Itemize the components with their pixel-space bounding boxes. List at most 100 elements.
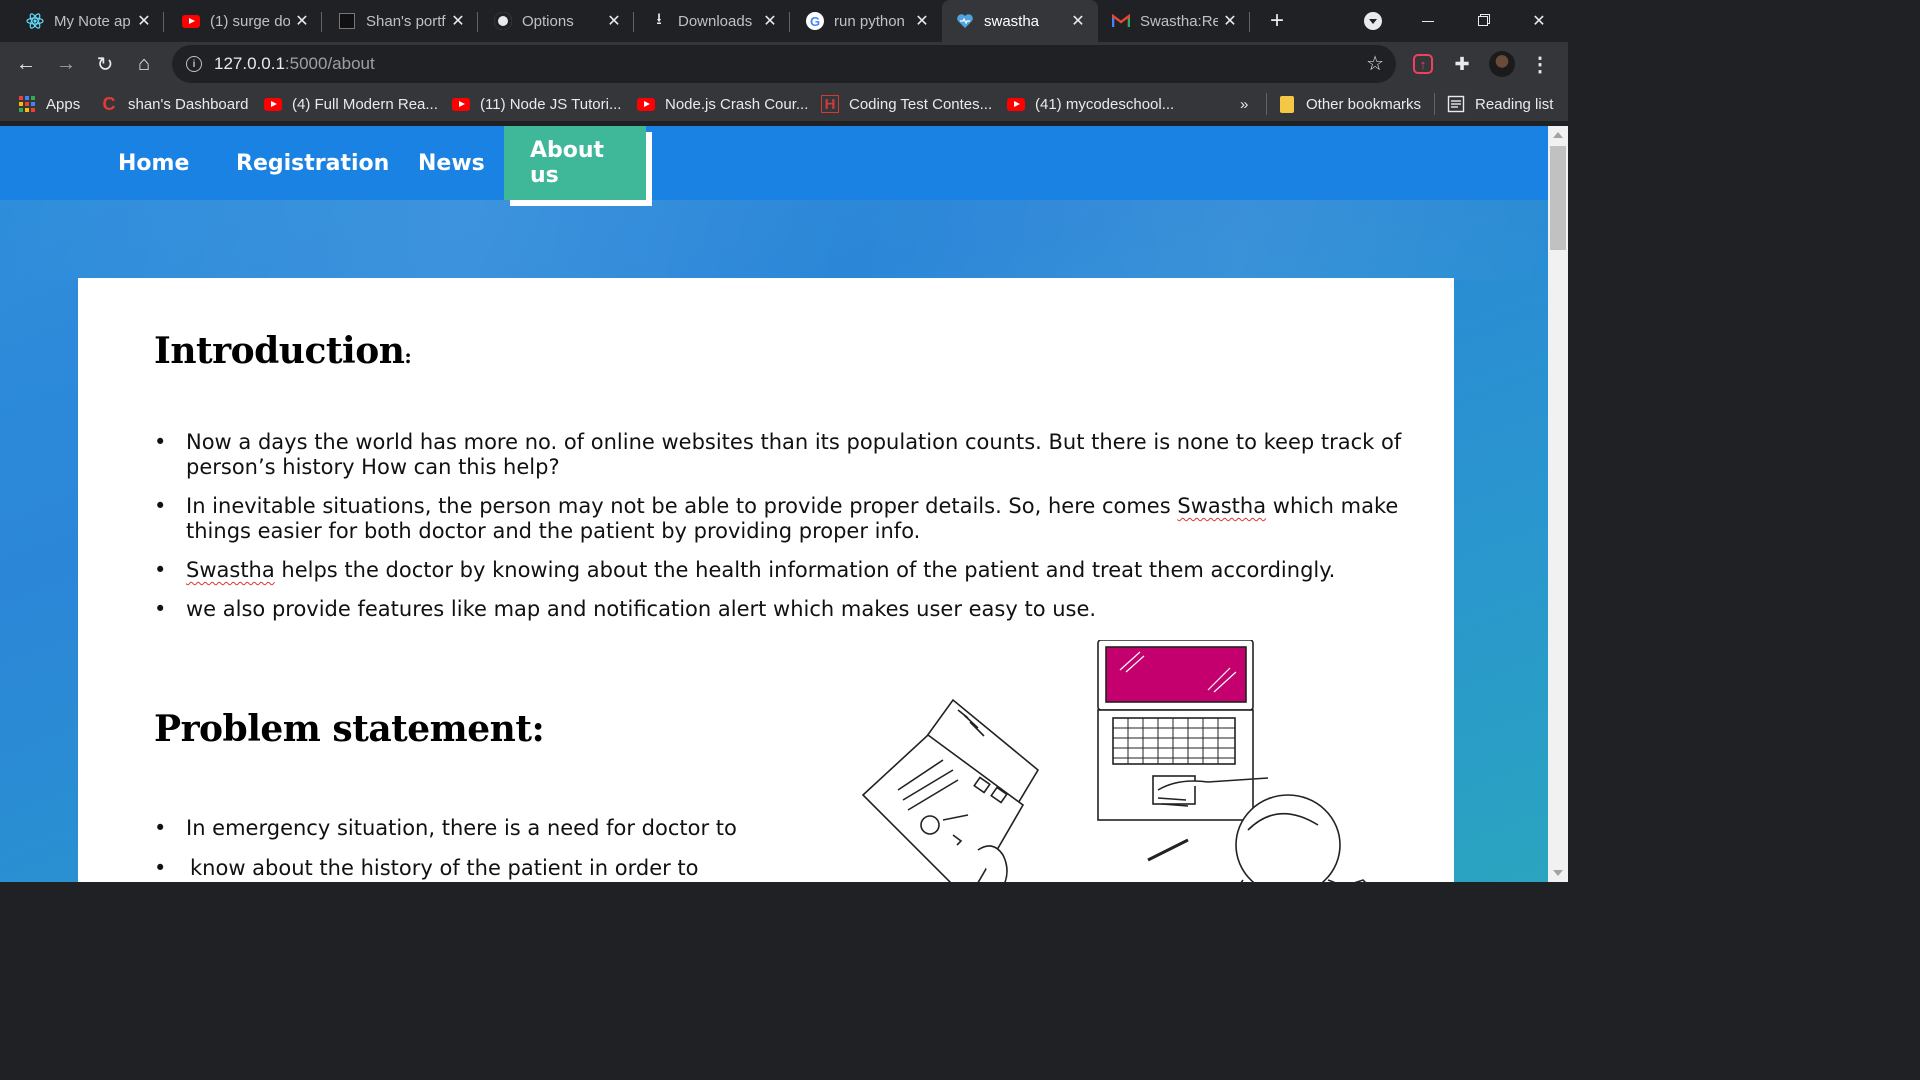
nav-registration[interactable]: Registration xyxy=(236,126,389,200)
home-button[interactable]: ⌂ xyxy=(128,48,160,80)
restore-button[interactable] xyxy=(1460,0,1506,42)
tab-run-python[interactable]: G run python ✕ xyxy=(780,0,942,42)
close-icon: ✕ xyxy=(1532,13,1546,30)
tab-separator xyxy=(1249,12,1250,32)
reading-list-icon xyxy=(1447,95,1465,113)
hackerearth-icon: H xyxy=(821,95,839,113)
bookmark-coding-test[interactable]: H Coding Test Contes... xyxy=(821,92,992,116)
problem-list: In emergency situation, there is a need … xyxy=(154,808,794,882)
bookmarks-bar: Apps C shan's Dashboard (4) Full Modern … xyxy=(0,86,1568,122)
close-icon[interactable]: ✕ xyxy=(1066,9,1090,33)
forward-button[interactable]: → xyxy=(50,48,82,80)
tab-my-note[interactable]: My Note ap ✕ xyxy=(0,0,164,42)
close-icon[interactable]: ✕ xyxy=(290,9,314,33)
page-scrollbar[interactable] xyxy=(1548,126,1568,882)
nav-news[interactable]: News xyxy=(418,126,485,200)
nav-home[interactable]: Home xyxy=(118,126,189,200)
close-icon[interactable]: ✕ xyxy=(758,9,782,33)
bullet-text: Now a days the world has more no. of onl… xyxy=(186,430,1402,479)
extensions-button[interactable]: ✚ xyxy=(1446,48,1478,80)
bookmark-label: Reading list xyxy=(1475,95,1554,113)
intro-list: Now a days the world has more no. of onl… xyxy=(154,430,1404,636)
download-icon: ⭳ xyxy=(656,10,662,28)
url-text[interactable]: 127.0.0.1:5000/about xyxy=(214,54,375,74)
codechef-icon: C xyxy=(102,93,116,114)
spellcheck-word: Swastha xyxy=(186,558,275,582)
browser-toolbar: ← → ↻ ⌂ i 127.0.0.1:5000/about ☆ ↑ ✚ ⋮ xyxy=(0,42,1568,86)
bookmark-label: Other bookmarks xyxy=(1306,95,1422,113)
new-tab-button[interactable]: + xyxy=(1264,9,1290,35)
problem-heading: Problem statement: xyxy=(154,708,545,750)
tab-swastha[interactable]: swastha ✕ xyxy=(942,0,1098,42)
avatar xyxy=(1489,51,1515,77)
double-chevron-icon: » xyxy=(1240,95,1249,113)
react-icon xyxy=(26,12,44,30)
bookmarks-divider xyxy=(1266,93,1267,115)
tab-downloads[interactable]: ⭳ Downloads ✕ xyxy=(624,0,790,42)
arrow-left-icon: ← xyxy=(16,52,36,75)
nav-about-us[interactable]: About us xyxy=(504,126,646,200)
info-icon[interactable]: i xyxy=(186,56,202,72)
youtube-icon xyxy=(182,12,200,30)
tab-title: run python xyxy=(834,12,905,30)
bookmark-star-icon[interactable]: ☆ xyxy=(1366,51,1384,76)
google-icon: G xyxy=(806,12,824,30)
bullet-text: In emergency situation, there is a need … xyxy=(186,816,737,840)
bookmarks-overflow-button[interactable]: » xyxy=(1240,92,1248,116)
bookmark-node-tutorial[interactable]: (11) Node JS Tutori... xyxy=(452,92,621,116)
bookmark-mycodeschool[interactable]: (41) mycodeschool... xyxy=(1007,92,1174,116)
back-button[interactable]: ← xyxy=(10,48,42,80)
intro-heading: Introduction: xyxy=(154,330,412,372)
tab-surge[interactable]: (1) surge do ✕ xyxy=(156,0,322,42)
list-item: Now a days the world has more no. of onl… xyxy=(154,430,1404,480)
intro-heading-colon: : xyxy=(404,344,412,368)
menu-button[interactable]: ⋮ xyxy=(1524,48,1556,80)
close-window-button[interactable]: ✕ xyxy=(1516,0,1562,42)
list-item: In emergency situation, there is a need … xyxy=(154,808,794,848)
scroll-up-icon[interactable] xyxy=(1553,132,1563,138)
minimize-button[interactable] xyxy=(1405,0,1451,42)
bookmark-other[interactable]: Other bookmarks xyxy=(1278,92,1421,116)
extension-button[interactable]: ↑ xyxy=(1407,48,1439,80)
close-icon[interactable]: ✕ xyxy=(446,9,470,33)
list-item: Swastha helps the doctor by knowing abou… xyxy=(154,558,1404,583)
address-bar[interactable]: i 127.0.0.1:5000/about ☆ xyxy=(172,45,1396,83)
bookmark-modern-react[interactable]: (4) Full Modern Rea... xyxy=(264,92,438,116)
site-navbar: Home Registration News About us xyxy=(0,126,1548,200)
portfolio-icon xyxy=(338,12,356,30)
scroll-down-icon[interactable] xyxy=(1553,870,1563,876)
doctor-laptop-illustration xyxy=(861,640,1367,882)
url-host: 127.0.0.1 xyxy=(214,54,285,73)
bookmark-dashboard[interactable]: C shan's Dashboard xyxy=(100,92,249,116)
tab-options[interactable]: Options ✕ xyxy=(468,0,634,42)
close-icon[interactable]: ✕ xyxy=(1218,9,1242,33)
bookmark-label: Apps xyxy=(46,95,81,113)
scrollbar-thumb[interactable] xyxy=(1550,146,1566,250)
close-icon[interactable]: ✕ xyxy=(602,9,626,33)
reload-button[interactable]: ↻ xyxy=(89,48,121,80)
chevron-down-icon xyxy=(1364,12,1382,30)
about-card: Introduction: Now a days the world has m… xyxy=(78,278,1454,882)
spellcheck-word: Swastha xyxy=(1177,494,1267,518)
tab-portfolio[interactable]: Shan's portf ✕ xyxy=(312,0,478,42)
tab-title: Downloads xyxy=(678,12,753,30)
tab-title: (1) surge do xyxy=(210,12,290,30)
close-icon[interactable]: ✕ xyxy=(910,9,934,33)
bullet-text: helps the doctor by knowing about the he… xyxy=(274,558,1336,582)
tab-title: Shan's portf xyxy=(366,12,446,30)
restore-icon xyxy=(1478,16,1488,26)
reading-list-button[interactable]: Reading list xyxy=(1447,92,1553,116)
close-icon[interactable]: ✕ xyxy=(132,9,156,33)
tab-gmail[interactable]: Swastha:Re ✕ xyxy=(1098,0,1250,42)
folder-icon xyxy=(1278,95,1296,113)
tab-title: Swastha:Re xyxy=(1140,12,1218,30)
bookmark-node-crash[interactable]: Node.js Crash Cour... xyxy=(637,92,808,116)
tab-title: swastha xyxy=(984,12,1040,30)
tab-search-button[interactable] xyxy=(1350,0,1396,42)
bookmark-label: (4) Full Modern Rea... xyxy=(292,95,438,113)
arrow-right-icon: → xyxy=(56,52,76,75)
profile-button[interactable] xyxy=(1486,48,1518,80)
bookmark-apps[interactable]: Apps xyxy=(18,92,80,116)
list-item: we also provide features like map and no… xyxy=(154,597,1404,622)
tab-strip: My Note ap ✕ (1) surge do ✕ Shan's portf… xyxy=(0,0,1568,42)
